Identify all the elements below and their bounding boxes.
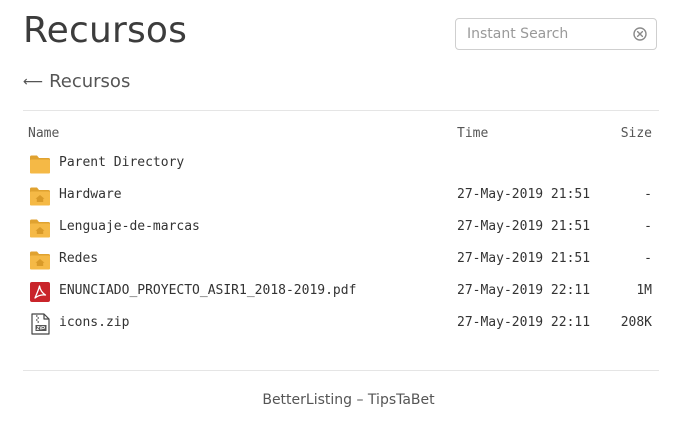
page-title: Recursos: [23, 10, 188, 51]
file-name[interactable]: Hardware: [59, 187, 122, 202]
file-time: 27-May-2019 21:51: [457, 187, 591, 202]
footer-credit: BetterListing – TipsTaBet: [262, 392, 435, 408]
file-time: 27-May-2019 21:51: [457, 219, 591, 234]
file-size: -: [644, 219, 652, 234]
file-size: -: [644, 187, 652, 202]
file-name[interactable]: Redes: [59, 251, 98, 266]
table-row[interactable]: ENUNCIADO_PROYECTO_ASIR1_2018-2019.pdf 2…: [23, 276, 659, 308]
folder-icon: [30, 251, 50, 270]
header-divider: [23, 110, 659, 111]
file-time: 27-May-2019 22:11: [457, 283, 591, 298]
file-time: 27-May-2019 21:51: [457, 251, 591, 266]
file-size: 1M: [636, 283, 652, 298]
table-row[interactable]: Redes 27-May-2019 21:51 -: [23, 244, 659, 276]
table-row-parent-directory[interactable]: Parent Directory: [23, 148, 659, 180]
back-arrow-icon: ⟵: [23, 74, 44, 90]
pdf-file-icon: [30, 282, 50, 302]
file-name[interactable]: ENUNCIADO_PROYECTO_ASIR1_2018-2019.pdf: [59, 283, 356, 298]
file-name[interactable]: Parent Directory: [59, 155, 184, 170]
footer-divider: [23, 370, 659, 371]
file-size: -: [644, 251, 652, 266]
folder-up-icon: [30, 155, 50, 174]
column-header-time[interactable]: Time: [457, 126, 488, 141]
file-name[interactable]: icons.zip: [59, 315, 129, 330]
table-row[interactable]: Lenguaje-de-marcas 27-May-2019 21:51 -: [23, 212, 659, 244]
search-box[interactable]: [455, 18, 657, 50]
column-header-size[interactable]: Size: [621, 126, 652, 141]
column-header-name[interactable]: Name: [28, 126, 59, 141]
file-time: 27-May-2019 22:11: [457, 315, 591, 330]
zip-file-icon: [31, 313, 50, 335]
table-row[interactable]: Hardware 27-May-2019 21:51 -: [23, 180, 659, 212]
table-row[interactable]: icons.zip 27-May-2019 22:11 208K: [23, 308, 659, 340]
search-input[interactable]: [467, 19, 627, 49]
breadcrumb[interactable]: ⟵ Recursos: [23, 70, 130, 94]
clear-search-icon[interactable]: [633, 27, 647, 41]
breadcrumb-label[interactable]: Recursos: [49, 70, 130, 94]
file-name[interactable]: Lenguaje-de-marcas: [59, 219, 200, 234]
folder-icon: [30, 187, 50, 206]
folder-icon: [30, 219, 50, 238]
file-size: 208K: [620, 315, 652, 330]
